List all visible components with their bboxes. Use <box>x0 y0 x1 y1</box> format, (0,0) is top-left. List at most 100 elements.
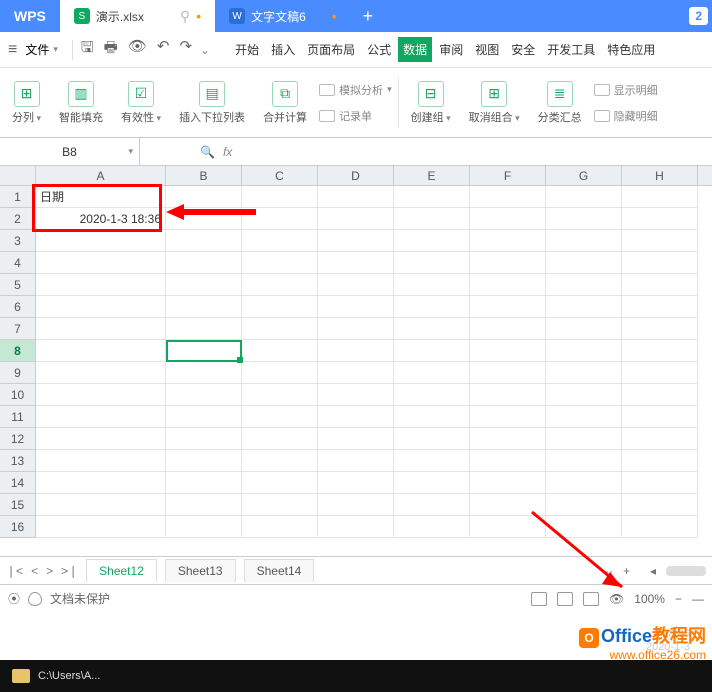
cell[interactable] <box>622 296 698 318</box>
tab-insert[interactable]: 插入 <box>266 37 300 62</box>
cell[interactable] <box>318 450 394 472</box>
cell[interactable] <box>36 494 166 516</box>
cell[interactable] <box>166 274 242 296</box>
tab-view[interactable]: 视图 <box>470 37 504 62</box>
cell[interactable] <box>546 230 622 252</box>
cell[interactable] <box>394 384 470 406</box>
cell[interactable] <box>318 296 394 318</box>
cell[interactable]: 2020-1-3 18:36 <box>36 208 166 230</box>
hide-detail-button[interactable]: 隐藏明细 <box>594 105 658 127</box>
tab-data[interactable]: 数据 <box>398 37 432 62</box>
zoom-out-icon[interactable]: − <box>675 592 682 606</box>
col-header-E[interactable]: E <box>394 166 470 185</box>
cell[interactable] <box>166 450 242 472</box>
cell[interactable] <box>394 186 470 208</box>
scrollbar-left-icon[interactable]: ◂ <box>650 564 656 578</box>
cell[interactable] <box>546 362 622 384</box>
cell[interactable] <box>36 384 166 406</box>
cell[interactable] <box>470 406 546 428</box>
cell[interactable] <box>36 516 166 538</box>
cell[interactable] <box>36 340 166 362</box>
sheet-tab[interactable]: Sheet14 <box>244 559 315 582</box>
cell[interactable] <box>318 362 394 384</box>
cell[interactable] <box>166 428 242 450</box>
cell[interactable] <box>318 186 394 208</box>
cell[interactable] <box>622 428 698 450</box>
cell[interactable] <box>166 362 242 384</box>
col-header-H[interactable]: H <box>622 166 698 185</box>
cell[interactable] <box>166 516 242 538</box>
cell[interactable] <box>622 516 698 538</box>
file-menu[interactable]: 文件▾ <box>19 37 64 62</box>
document-tab-doc[interactable]: W 文字文稿6 • <box>215 0 351 32</box>
save-icon[interactable]: 🖫 <box>81 37 94 62</box>
page-view-icon[interactable] <box>557 592 573 606</box>
document-tab-xlsx[interactable]: S 演示.xlsx ⚲ • <box>60 0 215 32</box>
cell[interactable] <box>242 318 318 340</box>
cell[interactable] <box>318 516 394 538</box>
cell[interactable] <box>470 494 546 516</box>
search-icon[interactable]: 🔍 <box>200 145 215 159</box>
cell[interactable] <box>470 318 546 340</box>
row-header[interactable]: 10 <box>0 384 36 406</box>
cell[interactable] <box>470 274 546 296</box>
cell[interactable] <box>546 296 622 318</box>
eye-icon[interactable]: 👁 <box>609 592 624 606</box>
cell[interactable] <box>166 384 242 406</box>
sheet-nav-first[interactable]: ❘< <box>6 564 23 578</box>
group-button[interactable]: ⊟创建组 <box>405 79 457 127</box>
ungroup-button[interactable]: ⊞取消组合 <box>463 79 526 127</box>
col-header-G[interactable]: G <box>546 166 622 185</box>
cell[interactable] <box>242 252 318 274</box>
tab-formula[interactable]: 公式 <box>362 37 396 62</box>
row-header[interactable]: 1 <box>0 186 36 208</box>
tab-special[interactable]: 特色应用 <box>602 37 660 62</box>
cell[interactable] <box>318 406 394 428</box>
cell[interactable] <box>242 296 318 318</box>
consolidate-button[interactable]: ⧉合并计算 <box>257 79 313 127</box>
settings-icon[interactable]: ⦿ <box>8 590 20 607</box>
tab-security[interactable]: 安全 <box>506 37 540 62</box>
row-header[interactable]: 3 <box>0 230 36 252</box>
cell[interactable] <box>242 384 318 406</box>
cell[interactable]: 日期 <box>36 186 166 208</box>
formula-bar[interactable]: 🔍 fx <box>140 145 712 159</box>
cell[interactable] <box>394 494 470 516</box>
cell[interactable] <box>546 450 622 472</box>
cell[interactable] <box>36 450 166 472</box>
tab-layout[interactable]: 页面布局 <box>302 37 360 62</box>
cell[interactable] <box>318 252 394 274</box>
zoom-slider[interactable]: — <box>692 592 704 606</box>
zoom-level[interactable]: 100% <box>634 592 665 606</box>
spreadsheet-grid[interactable]: A B C D E F G H 1日期 22020-1-3 18:36 3 4 … <box>0 166 712 556</box>
normal-view-icon[interactable] <box>531 592 547 606</box>
cell[interactable] <box>546 472 622 494</box>
col-header-B[interactable]: B <box>166 166 242 185</box>
cell[interactable] <box>36 252 166 274</box>
cell[interactable] <box>546 516 622 538</box>
cell[interactable] <box>394 252 470 274</box>
cell[interactable] <box>546 208 622 230</box>
row-header[interactable]: 13 <box>0 450 36 472</box>
cell[interactable] <box>470 384 546 406</box>
cell[interactable] <box>242 274 318 296</box>
cell[interactable] <box>470 428 546 450</box>
cell[interactable] <box>166 406 242 428</box>
cell[interactable] <box>36 472 166 494</box>
cell[interactable] <box>318 318 394 340</box>
cell[interactable] <box>470 186 546 208</box>
fx-icon[interactable]: fx <box>223 145 232 159</box>
cell[interactable] <box>546 318 622 340</box>
hamburger-icon[interactable]: ≡ <box>8 41 17 59</box>
cell[interactable] <box>470 252 546 274</box>
cell[interactable] <box>622 186 698 208</box>
row-header[interactable]: 8 <box>0 340 36 362</box>
preview-icon[interactable]: 👁 <box>128 37 147 62</box>
cell[interactable] <box>394 362 470 384</box>
row-header[interactable]: 6 <box>0 296 36 318</box>
cell[interactable] <box>166 494 242 516</box>
cell[interactable] <box>394 406 470 428</box>
cell[interactable] <box>394 296 470 318</box>
what-if-button[interactable]: 模拟分析▾ <box>319 79 392 101</box>
cell[interactable] <box>242 472 318 494</box>
